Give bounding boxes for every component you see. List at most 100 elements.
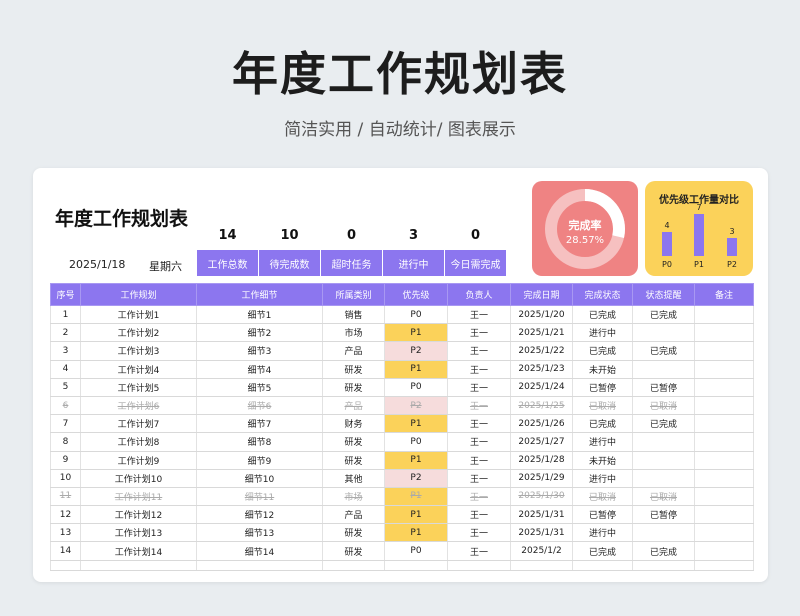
cell-detail[interactable]: 细节14 xyxy=(196,541,323,561)
cell-reminder[interactable] xyxy=(632,451,695,470)
cell-detail[interactable]: 细节13 xyxy=(196,523,323,543)
cell-category[interactable]: 其他 xyxy=(322,469,385,488)
cell-status[interactable]: 进行中 xyxy=(572,469,633,488)
cell-detail[interactable]: 细节5 xyxy=(196,378,323,397)
cell-no[interactable]: 14 xyxy=(50,541,81,561)
cell-reminder[interactable] xyxy=(632,360,695,379)
cell-status[interactable]: 已取消 xyxy=(572,396,633,416)
cell-no[interactable]: 1 xyxy=(50,305,81,325)
cell-no[interactable]: 7 xyxy=(50,414,81,434)
cell-priority[interactable]: P1 xyxy=(384,360,448,379)
col-header-priority[interactable]: 优先级 xyxy=(384,283,448,306)
table-row[interactable]: 12 工作计划12 细节12 产品 P1 王一 2025/1/31 已暂停 已暂停 xyxy=(50,505,754,525)
cell-plan[interactable]: 工作计划9 xyxy=(80,451,197,470)
table-row[interactable]: 5 工作计划5 细节5 研发 P0 王一 2025/1/24 已暂停 已暂停 xyxy=(50,378,754,397)
cell-plan[interactable]: 工作计划1 xyxy=(80,305,197,325)
cell-empty[interactable] xyxy=(196,560,323,571)
cell-note[interactable] xyxy=(694,432,754,452)
cell-date[interactable]: 2025/1/31 xyxy=(510,523,573,543)
col-header-note[interactable]: 备注 xyxy=(694,283,754,306)
cell-status[interactable]: 已暂停 xyxy=(572,378,633,397)
cell-date[interactable]: 2025/1/27 xyxy=(510,432,573,452)
cell-category[interactable]: 产品 xyxy=(322,396,385,416)
cell-owner[interactable]: 王一 xyxy=(447,487,511,507)
cell-date[interactable]: 2025/1/31 xyxy=(510,505,573,525)
cell-note[interactable] xyxy=(694,360,754,379)
cell-priority[interactable]: P0 xyxy=(384,541,448,561)
cell-date[interactable]: 2025/1/25 xyxy=(510,396,573,416)
cell-note[interactable] xyxy=(694,541,754,561)
cell-owner[interactable]: 王一 xyxy=(447,360,511,379)
cell-empty[interactable] xyxy=(50,560,81,571)
cell-status[interactable]: 未开始 xyxy=(572,360,633,379)
table-row[interactable]: 9 工作计划9 细节9 研发 P1 王一 2025/1/28 未开始 xyxy=(50,451,754,470)
cell-note[interactable] xyxy=(694,396,754,416)
col-header-date[interactable]: 完成日期 xyxy=(510,283,573,306)
cell-owner[interactable]: 王一 xyxy=(447,541,511,561)
cell-detail[interactable]: 细节2 xyxy=(196,323,323,343)
cell-plan[interactable]: 工作计划11 xyxy=(80,487,197,507)
cell-date[interactable]: 2025/1/22 xyxy=(510,341,573,361)
cell-priority[interactable]: P1 xyxy=(384,523,448,543)
cell-date[interactable]: 2025/1/20 xyxy=(510,305,573,325)
cell-detail[interactable]: 细节10 xyxy=(196,469,323,488)
cell-reminder[interactable]: 已完成 xyxy=(632,305,695,325)
cell-priority[interactable]: P1 xyxy=(384,487,448,507)
cell-priority[interactable]: P1 xyxy=(384,323,448,343)
cell-no[interactable]: 4 xyxy=(50,360,81,379)
cell-plan[interactable]: 工作计划12 xyxy=(80,505,197,525)
cell-category[interactable]: 财务 xyxy=(322,414,385,434)
table-row[interactable]: 2 工作计划2 细节2 市场 P1 王一 2025/1/21 进行中 xyxy=(50,323,754,343)
cell-owner[interactable]: 王一 xyxy=(447,305,511,325)
col-header-status[interactable]: 完成状态 xyxy=(572,283,633,306)
cell-priority[interactable]: P0 xyxy=(384,305,448,325)
cell-empty[interactable] xyxy=(510,560,573,571)
cell-status[interactable]: 已取消 xyxy=(572,487,633,507)
cell-plan[interactable]: 工作计划6 xyxy=(80,396,197,416)
col-header-owner[interactable]: 负责人 xyxy=(447,283,511,306)
cell-reminder[interactable] xyxy=(632,323,695,343)
cell-reminder[interactable]: 已完成 xyxy=(632,541,695,561)
cell-reminder[interactable]: 已完成 xyxy=(632,341,695,361)
cell-empty[interactable] xyxy=(447,560,511,571)
table-row[interactable]: 1 工作计划1 细节1 销售 P0 王一 2025/1/20 已完成 已完成 xyxy=(50,305,754,325)
cell-reminder[interactable]: 已完成 xyxy=(632,414,695,434)
cell-empty[interactable] xyxy=(80,560,197,571)
cell-note[interactable] xyxy=(694,341,754,361)
cell-note[interactable] xyxy=(694,451,754,470)
cell-no[interactable]: 6 xyxy=(50,396,81,416)
cell-plan[interactable]: 工作计划10 xyxy=(80,469,197,488)
cell-owner[interactable]: 王一 xyxy=(447,396,511,416)
cell-priority[interactable]: P1 xyxy=(384,505,448,525)
cell-date[interactable]: 2025/1/23 xyxy=(510,360,573,379)
cell-detail[interactable]: 细节1 xyxy=(196,305,323,325)
cell-no[interactable]: 12 xyxy=(50,505,81,525)
cell-priority[interactable]: P1 xyxy=(384,414,448,434)
cell-note[interactable] xyxy=(694,469,754,488)
cell-reminder[interactable] xyxy=(632,469,695,488)
table-row[interactable]: 14 工作计划14 细节14 研发 P0 王一 2025/1/2 已完成 已完成 xyxy=(50,541,754,561)
cell-plan[interactable]: 工作计划5 xyxy=(80,378,197,397)
cell-note[interactable] xyxy=(694,523,754,543)
cell-detail[interactable]: 细节7 xyxy=(196,414,323,434)
col-header-detail[interactable]: 工作细节 xyxy=(196,283,323,306)
cell-plan[interactable]: 工作计划3 xyxy=(80,341,197,361)
cell-plan[interactable]: 工作计划13 xyxy=(80,523,197,543)
cell-category[interactable]: 市场 xyxy=(322,323,385,343)
cell-plan[interactable]: 工作计划2 xyxy=(80,323,197,343)
cell-no[interactable]: 13 xyxy=(50,523,81,543)
table-row[interactable]: 10 工作计划10 细节10 其他 P2 王一 2025/1/29 进行中 xyxy=(50,469,754,488)
cell-status[interactable]: 已完成 xyxy=(572,541,633,561)
cell-detail[interactable]: 细节12 xyxy=(196,505,323,525)
cell-note[interactable] xyxy=(694,414,754,434)
cell-no[interactable]: 10 xyxy=(50,469,81,488)
table-row[interactable]: 4 工作计划4 细节4 研发 P1 王一 2025/1/23 未开始 xyxy=(50,360,754,379)
cell-note[interactable] xyxy=(694,323,754,343)
cell-owner[interactable]: 王一 xyxy=(447,323,511,343)
cell-plan[interactable]: 工作计划7 xyxy=(80,414,197,434)
cell-plan[interactable]: 工作计划14 xyxy=(80,541,197,561)
cell-priority[interactable]: P0 xyxy=(384,432,448,452)
table-row[interactable]: 8 工作计划8 细节8 研发 P0 王一 2025/1/27 进行中 xyxy=(50,432,754,452)
cell-category[interactable]: 研发 xyxy=(322,451,385,470)
col-header-category[interactable]: 所属类别 xyxy=(322,283,385,306)
